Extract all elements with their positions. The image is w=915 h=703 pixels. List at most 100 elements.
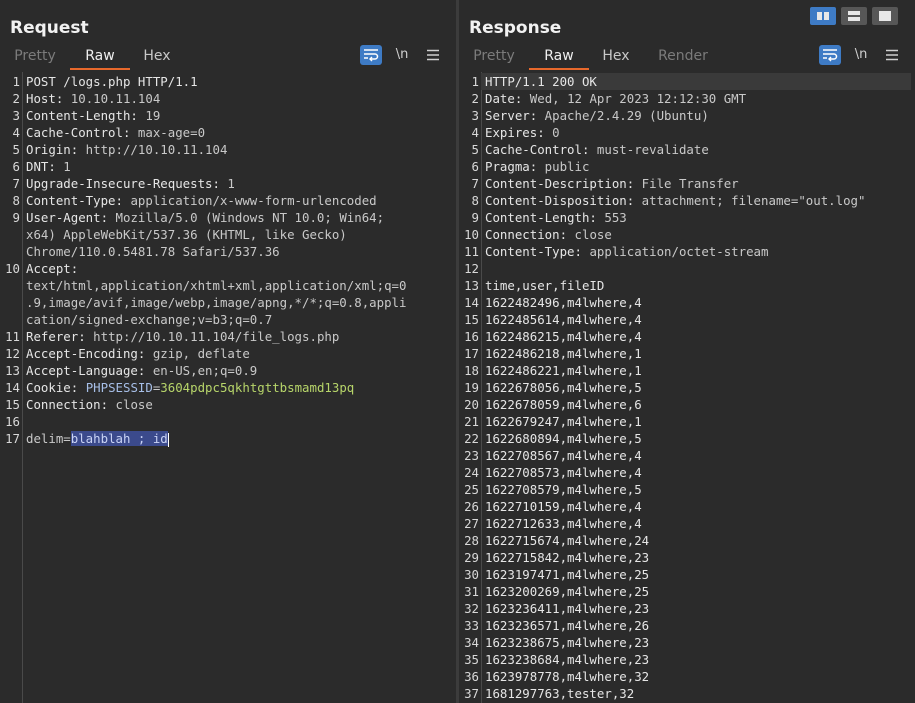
code-token: Content-Length: [485, 210, 597, 225]
code-line[interactable]: delim=blahblah ; id [26, 430, 169, 447]
code-line[interactable]: Cache-Control: max-age=0 [26, 124, 205, 141]
code-line[interactable]: DNT: 1 [26, 158, 71, 175]
code-line[interactable]: Content-Length: 553 [485, 209, 627, 226]
code-line[interactable]: 1622486215,m4lwhere,4 [485, 328, 642, 345]
show-newlines-button[interactable]: \n [850, 45, 872, 65]
response-title: Response [469, 18, 562, 38]
code-line[interactable]: 1622678056,m4lwhere,5 [485, 379, 642, 396]
menu-button[interactable] [881, 45, 903, 65]
code-line[interactable]: 1622679247,m4lwhere,1 [485, 413, 642, 430]
code-line[interactable]: Expires: 0 [485, 124, 560, 141]
code-line[interactable]: Content-Length: 19 [26, 107, 160, 124]
line-number: 11 [5, 329, 20, 344]
code-line[interactable]: Cache-Control: must-revalidate [485, 141, 709, 158]
code-line[interactable]: 1622680894,m4lwhere,5 [485, 430, 642, 447]
tab-render[interactable]: Render [651, 44, 715, 68]
code-line[interactable]: 1622710159,m4lwhere,4 [485, 498, 642, 515]
code-line[interactable]: Content-Disposition: attachment; filenam… [485, 192, 865, 209]
code-line[interactable]: Chrome/110.0.5481.78 Safari/537.36 [26, 243, 280, 260]
code-line[interactable]: 1623238675,m4lwhere,23 [485, 634, 649, 651]
code-line[interactable]: Accept: [26, 260, 78, 277]
code-line[interactable]: cation/signed-exchange;v=b3;q=0.7 [26, 311, 272, 328]
code-line[interactable]: text/html,application/xhtml+xml,applicat… [26, 277, 406, 294]
code-line[interactable]: 1622715842,m4lwhere,23 [485, 549, 649, 566]
code-token: User-Agent: [26, 210, 109, 225]
code-line[interactable]: Connection: close [26, 396, 153, 413]
tab-hex[interactable]: Hex [134, 44, 180, 68]
code-line[interactable]: time,user,fileID [485, 277, 604, 294]
code-line[interactable]: 1623236411,m4lwhere,23 [485, 600, 649, 617]
code-line[interactable]: 1623200269,m4lwhere,25 [485, 583, 649, 600]
line-number: 6 [12, 159, 20, 174]
code-line[interactable]: 1622708579,m4lwhere,5 [485, 481, 642, 498]
code-line[interactable]: Content-Type: application/octet-stream [485, 243, 768, 260]
code-line[interactable]: 1622708567,m4lwhere,4 [485, 447, 642, 464]
layout-stacked-button[interactable] [841, 7, 867, 25]
code-line[interactable]: 1622678059,m4lwhere,6 [485, 396, 642, 413]
code-line[interactable]: 1622486218,m4lwhere,1 [485, 345, 642, 362]
line-number: 14 [464, 295, 479, 310]
code-line[interactable]: Content-Description: File Transfer [485, 175, 739, 192]
code-line[interactable]: 1622712633,m4lwhere,4 [485, 515, 642, 532]
code-line[interactable]: Host: 10.10.11.104 [26, 90, 160, 107]
code-token: File Transfer [634, 176, 739, 191]
code-line[interactable]: POST /logs.php HTTP/1.1 [26, 73, 198, 90]
code-line[interactable]: 1622482496,m4lwhere,4 [485, 294, 642, 311]
code-line[interactable]: User-Agent: Mozilla/5.0 (Windows NT 10.0… [26, 209, 384, 226]
code-line[interactable]: Cookie: PHPSESSID=3604pdpc5qkhtgttbsmamd… [26, 379, 354, 396]
line-number: 25 [464, 482, 479, 497]
code-line[interactable]: 1681297763,tester,32 [485, 685, 634, 702]
response-editor[interactable]: 1 2 3 4 5 6 7 8 9 10 11 12 13 14 15 16 17 18 19 20 21 22 23 24 2… [459, 72, 915, 703]
line-number: 5 [471, 142, 479, 157]
code-line[interactable]: 1622486221,m4lwhere,1 [485, 362, 642, 379]
tab-raw[interactable]: Raw [70, 44, 130, 70]
menu-button[interactable] [422, 45, 444, 65]
code-line[interactable]: HTTP/1.1 200 OK [481, 73, 911, 90]
code-line[interactable]: 1623238684,m4lwhere,23 [485, 651, 649, 668]
wrap-lines-button[interactable] [360, 45, 382, 65]
line-number: 3 [471, 108, 479, 123]
tab-pretty[interactable]: Pretty [6, 44, 64, 68]
code-line[interactable]: Server: Apache/2.4.29 (Ubuntu) [485, 107, 709, 124]
tab-raw[interactable]: Raw [529, 44, 589, 70]
code-token: Accept-Encoding: [26, 346, 146, 361]
code-token: Apache/2.4.29 (Ubuntu) [537, 108, 709, 123]
code-line[interactable]: Accept-Language: en-US,en;q=0.9 [26, 362, 257, 379]
code-line[interactable]: 1622708573,m4lwhere,4 [485, 464, 642, 481]
code-token: Host: [26, 91, 64, 106]
code-line[interactable]: Accept-Encoding: gzip, deflate [26, 345, 250, 362]
code-line[interactable]: 1623236571,m4lwhere,26 [485, 617, 649, 634]
line-number: 26 [464, 499, 479, 514]
line-number: 13 [5, 363, 20, 378]
code-line[interactable]: Content-Type: application/x-www-form-url… [26, 192, 377, 209]
code-line[interactable]: 1623978778,m4lwhere,32 [485, 668, 649, 685]
code-line[interactable]: Pragma: public [485, 158, 589, 175]
code-token: 1622679247,m4lwhere,1 [485, 414, 642, 429]
request-editor[interactable]: 1 2 3 4 5 6 7 8 9 10 11 12 13 14 15 16 17 POST /logs.php… [0, 72, 456, 703]
code-line[interactable]: .9,image/avif,image/webp,image/apng,*/*;… [26, 294, 406, 311]
code-line[interactable]: Upgrade-Insecure-Requests: 1 [26, 175, 235, 192]
line-number: 3 [12, 108, 20, 123]
code-line[interactable]: Referer: http://10.10.11.104/file_logs.p… [26, 328, 339, 345]
code-line[interactable]: Date: Wed, 12 Apr 2023 12:12:30 GMT [485, 90, 746, 107]
line-number: 21 [464, 414, 479, 429]
line-number: 24 [464, 465, 479, 480]
code-token: HTTP/1.1 200 OK [485, 74, 597, 89]
tab-pretty[interactable]: Pretty [465, 44, 523, 68]
code-line[interactable]: x64) AppleWebKit/537.36 (KHTML, like Gec… [26, 226, 347, 243]
line-number: 10 [464, 227, 479, 242]
code-line[interactable]: 1623197471,m4lwhere,25 [485, 566, 649, 583]
code-line[interactable]: Connection: close [485, 226, 612, 243]
show-newlines-button[interactable]: \n [391, 45, 413, 65]
line-number: 11 [464, 244, 479, 259]
layout-side-by-side-button[interactable] [810, 7, 836, 25]
tab-hex[interactable]: Hex [593, 44, 639, 68]
wrap-lines-button[interactable] [819, 45, 841, 65]
layout-single-button[interactable] [872, 7, 898, 25]
code-line[interactable]: 1622485614,m4lwhere,4 [485, 311, 642, 328]
code-line[interactable]: 1622715674,m4lwhere,24 [485, 532, 649, 549]
code-token: en-US,en;q=0.9 [145, 363, 258, 378]
code-line[interactable]: Origin: http://10.10.11.104 [26, 141, 227, 158]
line-number: 14 [5, 380, 20, 395]
